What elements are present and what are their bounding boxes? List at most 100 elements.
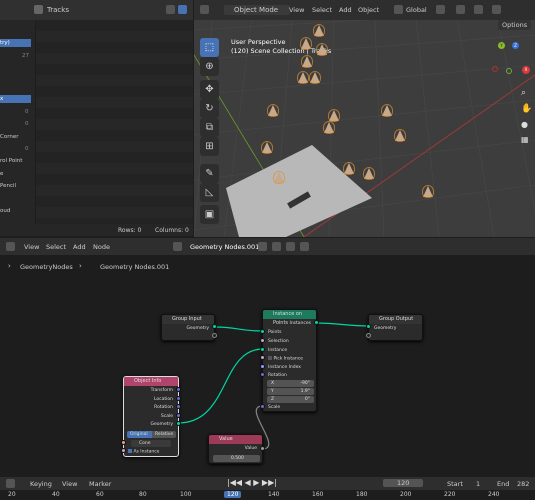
group-input-node[interactable]: Group Input Geometry (161, 314, 215, 341)
pin-icon[interactable] (300, 242, 309, 251)
viewport-right-icon[interactable] (492, 5, 501, 14)
tool-annotate[interactable]: ✎ (200, 164, 219, 183)
instance-on-points-node[interactable]: Instance on Points Instances Points Sele… (262, 309, 317, 412)
pivot-icon[interactable] (436, 5, 445, 14)
link-icon[interactable] (166, 5, 175, 14)
object-name: Cone (139, 441, 151, 446)
pan-hand-icon[interactable]: ✋ (521, 104, 532, 114)
gizmo-neg-x[interactable] (492, 66, 498, 72)
socket-label: Instances (289, 321, 312, 326)
rotation-y-field[interactable]: Y 1.9° (267, 388, 314, 395)
tool-select-box[interactable]: ⬚ (200, 38, 219, 57)
snap-icon[interactable] (456, 5, 465, 14)
current-frame-field[interactable]: 120 (383, 479, 424, 487)
editor-type-icon[interactable] (34, 5, 43, 14)
node-menu-node[interactable]: Node (93, 243, 110, 251)
duplicate-icon[interactable] (272, 242, 281, 251)
empty-socket[interactable] (212, 333, 217, 338)
filter-icon[interactable] (178, 5, 187, 14)
checkbox-label: Pick Instance (273, 356, 303, 362)
geometry-output-socket[interactable] (212, 324, 217, 329)
tool-scale[interactable]: ⧉ (200, 118, 219, 137)
gizmo-y-dot[interactable]: Y (498, 42, 505, 49)
current-frame-marker[interactable]: 120 (224, 491, 242, 498)
navigation-gizmo[interactable]: Y Z X (490, 42, 534, 82)
group-output-node[interactable]: Group Output Geometry (368, 314, 423, 341)
relative-toggle[interactable]: Relative (152, 431, 176, 438)
object-info-node[interactable]: Object Info Transform Location Rotation … (123, 376, 179, 457)
timeline-menu-view[interactable]: View (62, 480, 77, 488)
viewport-menu-add[interactable]: Add (339, 6, 352, 14)
viewport-editor-icon[interactable] (200, 5, 209, 14)
instance-input-socket[interactable] (260, 347, 265, 352)
gizmo-neg-y[interactable] (506, 68, 512, 74)
camera-icon[interactable]: ● (521, 120, 528, 129)
empty-socket[interactable] (366, 333, 371, 338)
gizmo-x-dot[interactable]: X (522, 66, 530, 74)
sidebar-selected-sub[interactable] (0, 95, 31, 103)
object-mode-dropdown[interactable]: Object Mode (224, 5, 291, 15)
gizmo-z-dot[interactable]: Z (512, 42, 519, 49)
points-input-socket[interactable] (260, 329, 265, 334)
node-tree-name[interactable]: Geometry Nodes.001 (190, 243, 259, 251)
viewport-menu-object[interactable]: Object (358, 6, 379, 14)
axis-value: 0° (304, 397, 310, 402)
value-field[interactable]: 0.500 (213, 455, 260, 462)
transform-output-socket[interactable] (176, 387, 181, 392)
start-frame-field[interactable]: 1 (476, 480, 480, 488)
unlink-icon[interactable] (286, 242, 295, 251)
selection-input-socket[interactable] (260, 338, 265, 343)
as-instance-socket[interactable] (121, 448, 126, 453)
end-frame-field[interactable]: 282 (517, 480, 529, 488)
viewport-header: Object Mode View Select Add Object Globa… (194, 0, 535, 20)
original-toggle[interactable]: Original (127, 431, 152, 438)
options-button[interactable]: Options (498, 20, 532, 30)
instances-output-socket[interactable] (314, 320, 319, 325)
rotation-x-field[interactable]: X -90° (267, 380, 314, 387)
instance-index-socket[interactable] (260, 364, 265, 369)
socket-label: Scale (268, 405, 281, 410)
rotation-input-socket[interactable] (260, 372, 265, 377)
tool-transform[interactable]: ⊞ (200, 137, 219, 156)
node-editor-type-icon[interactable] (6, 242, 15, 251)
value-output-socket[interactable] (260, 446, 265, 451)
timeline-menu-keying[interactable]: Keying (30, 480, 52, 488)
scale-input-socket[interactable] (260, 404, 265, 409)
proportional-edit-icon[interactable] (474, 5, 483, 14)
pick-instance-socket[interactable] (260, 355, 265, 360)
viewport-menu-select[interactable]: Select (312, 6, 332, 14)
rotation-z-field[interactable]: Z 0° (267, 396, 314, 403)
tool-add-cube[interactable]: ▣ (200, 205, 219, 224)
tool-cursor[interactable]: ⊕ (200, 57, 219, 76)
playback-controls[interactable]: |◀◀ ◀ ▶ ▶▶| (227, 478, 277, 487)
pick-instance-checkbox[interactable]: Pick Instance (268, 356, 303, 362)
object-input-socket[interactable] (121, 440, 126, 445)
object-field[interactable]: Cone (131, 440, 171, 447)
timeline-editor-icon[interactable] (6, 479, 15, 488)
viewport-3d[interactable]: Object Mode View Select Add Object Globa… (194, 0, 535, 237)
tool-measure[interactable]: ◺ (200, 183, 219, 202)
node-tree-icon[interactable] (173, 242, 182, 251)
rotation-output-socket[interactable] (176, 404, 181, 409)
geometry-input-socket[interactable] (366, 324, 371, 329)
timeline-header: Keying View Marker |◀◀ ◀ ▶ ▶▶| 120 Start… (0, 477, 535, 490)
node-menu-select[interactable]: Select (46, 243, 66, 251)
fake-user-icon[interactable] (258, 242, 267, 251)
timeline-menu-marker[interactable]: Marker (89, 480, 111, 488)
location-output-socket[interactable] (176, 396, 181, 401)
transform-orientation-dropdown[interactable]: Global (406, 6, 427, 14)
node-menu-view[interactable]: View (24, 243, 39, 251)
scale-output-socket[interactable] (176, 413, 181, 418)
perspective-grid-icon[interactable]: ▦ (521, 135, 529, 144)
viewport-menu-view[interactable]: View (289, 6, 304, 14)
transform-orientation-icon[interactable] (394, 5, 403, 14)
as-instance-checkbox[interactable]: As Instance (128, 449, 159, 455)
value-node[interactable]: Value Value 0.500 (208, 434, 263, 464)
tool-move[interactable]: ✥ (200, 80, 219, 99)
tool-rotate[interactable]: ↻ (200, 99, 219, 118)
socket-label: Location (153, 397, 173, 402)
sidebar-label-x: x (0, 96, 4, 102)
geometry-output-socket[interactable] (176, 421, 181, 426)
zoom-icon[interactable]: ⌕ (521, 88, 526, 98)
node-menu-add[interactable]: Add (73, 243, 86, 251)
